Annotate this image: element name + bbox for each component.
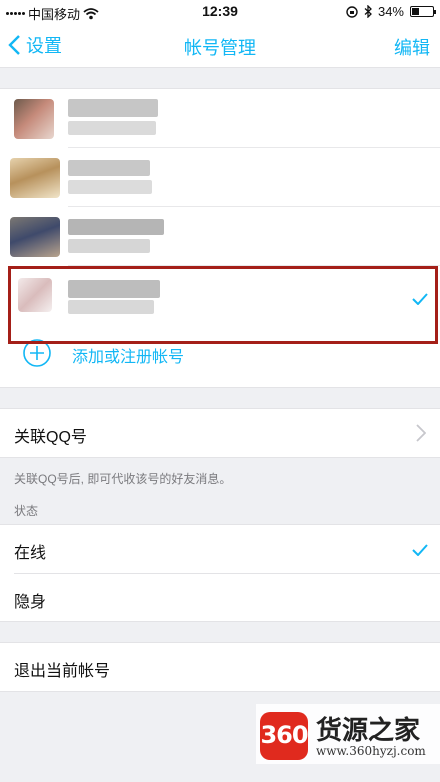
account-name-blurred (68, 219, 164, 235)
status-options: 在线 隐身 (0, 524, 440, 622)
avatar (10, 158, 60, 198)
rotation-lock-icon (346, 5, 358, 18)
battery-icon (410, 6, 436, 17)
account-id-blurred (68, 121, 156, 135)
status-right: 34% (346, 4, 436, 19)
account-list: 添加或注册帐号 (0, 88, 440, 388)
nav-bar: 设置 帐号管理 编辑 (0, 22, 440, 68)
status-option-label: 在线 (14, 545, 47, 562)
account-name-blurred (68, 280, 160, 298)
check-icon (412, 293, 428, 305)
status-option-label: 隐身 (14, 594, 47, 611)
watermark-url: www.360hyzj.com (316, 744, 426, 758)
linked-qq-row[interactable]: 关联QQ号 (0, 408, 440, 458)
account-id-blurred (68, 300, 154, 314)
account-row[interactable] (0, 207, 440, 266)
account-row[interactable] (0, 148, 440, 207)
linked-qq-label: 关联QQ号 (14, 429, 87, 446)
watermark-name: 货源之家 (316, 716, 421, 746)
chevron-right-icon (416, 424, 426, 442)
status-section-label: 状态 (14, 504, 39, 518)
bluetooth-icon (364, 5, 372, 18)
edit-button[interactable]: 编辑 (394, 34, 430, 60)
account-name-blurred (68, 160, 150, 176)
add-account-button[interactable]: 添加或注册帐号 (0, 326, 440, 381)
watermark: 360 货源之家 www.360hyzj.com (256, 704, 440, 764)
status-option-invisible[interactable]: 隐身 (0, 574, 440, 622)
plus-circle-icon (23, 339, 51, 367)
check-icon (412, 544, 428, 556)
page-title: 帐号管理 (184, 38, 256, 58)
add-account-label: 添加或注册帐号 (72, 349, 185, 366)
battery-percent: 34% (377, 4, 404, 19)
account-name-blurred (68, 99, 158, 117)
avatar (14, 99, 54, 139)
status-option-online[interactable]: 在线 (0, 525, 440, 573)
status-bar: 中国移动 12:39 34% (0, 0, 440, 22)
logout-label: 退出当前帐号 (14, 663, 111, 680)
account-id-blurred (68, 239, 150, 253)
avatar (18, 278, 52, 312)
account-row-selected[interactable] (0, 266, 440, 325)
logout-button[interactable]: 退出当前帐号 (0, 642, 440, 692)
avatar (10, 217, 60, 257)
watermark-logo: 360 (260, 712, 309, 760)
linked-qq-hint: 关联QQ号后, 即可代收该号的好友消息。 (14, 472, 232, 486)
account-id-blurred (68, 180, 152, 194)
account-row[interactable] (0, 89, 440, 148)
